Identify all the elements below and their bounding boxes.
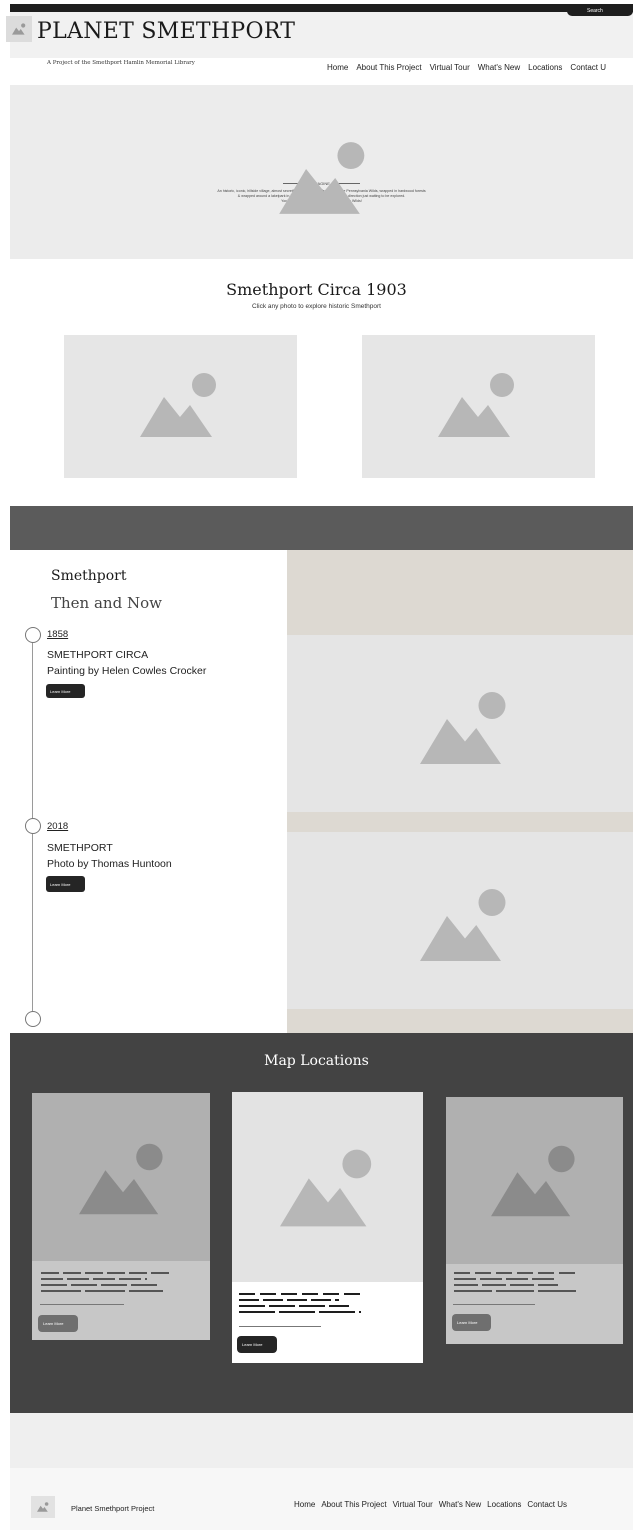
then-now-panel <box>10 550 287 1033</box>
text-placeholder <box>41 1278 147 1280</box>
text-placeholder <box>239 1311 361 1313</box>
text-placeholder <box>239 1299 339 1301</box>
timeline-marker <box>25 627 41 643</box>
nav-contact[interactable]: Contact U <box>570 63 606 72</box>
then-now-title: Smethport <box>51 568 127 584</box>
footer-nav-locations[interactable]: Locations <box>487 1500 521 1509</box>
section-subtitle: Click any photo to explore historic Smet… <box>252 303 381 310</box>
timeline-marker <box>25 818 41 834</box>
card-divider <box>453 1304 535 1305</box>
footer-nav-contact[interactable]: Contact Us <box>527 1500 567 1509</box>
text-placeholder <box>239 1305 349 1307</box>
map-section-title: Map Locations <box>264 1053 369 1069</box>
footer-nav-whats-new[interactable]: What's New <box>439 1500 481 1509</box>
nav-locations[interactable]: Locations <box>528 63 562 72</box>
text-placeholder <box>41 1290 163 1292</box>
location-card[interactable]: Learn More <box>32 1093 210 1340</box>
then-now-subtitle: Then and Now <box>51 594 162 612</box>
text-placeholder <box>454 1284 558 1286</box>
timeline-marker <box>25 1011 41 1027</box>
footer-site-name: Planet Smethport Project <box>71 1504 155 1513</box>
site-footer <box>10 1468 633 1530</box>
nav-virtual-tour[interactable]: Virtual Tour <box>430 63 470 72</box>
site-title[interactable]: PLANET SMETHPORT <box>37 19 295 44</box>
timeline-heading: SMETHPORT CIRCA <box>47 649 149 661</box>
hero-banner: IMAGINE An historic, iconic, hillside vi… <box>10 85 633 259</box>
learn-more-button[interactable]: Learn More <box>237 1336 277 1353</box>
location-card[interactable]: Learn More <box>232 1092 423 1363</box>
card-image <box>232 1092 423 1282</box>
learn-more-button[interactable]: Learn More <box>46 684 85 698</box>
learn-more-button[interactable]: Learn More <box>46 876 85 892</box>
image-placeholder-icon <box>407 683 523 773</box>
image-placeholder-icon <box>31 1496 55 1518</box>
nav-home[interactable]: Home <box>327 63 348 72</box>
image-placeholder-icon <box>407 880 523 970</box>
footer-nav-about[interactable]: About This Project <box>321 1500 386 1509</box>
text-placeholder <box>239 1293 365 1295</box>
image-placeholder-icon <box>68 1135 178 1223</box>
nav-whats-new[interactable]: What's New <box>478 63 520 72</box>
card-divider <box>40 1304 124 1305</box>
image-placeholder-icon <box>268 1140 388 1236</box>
site-tagline: A Project of the Smethport Hamlin Memori… <box>47 60 195 66</box>
footer-logo[interactable] <box>31 1496 55 1518</box>
card-divider <box>239 1326 321 1327</box>
search-input[interactable]: Search <box>567 6 633 16</box>
main-nav: Home About This Project Virtual Tour Wha… <box>327 63 606 72</box>
text-placeholder <box>41 1284 159 1286</box>
text-placeholder <box>41 1272 173 1274</box>
learn-more-button[interactable]: Learn More <box>452 1314 491 1331</box>
site-logo[interactable] <box>6 16 32 42</box>
then-now-photo[interactable] <box>287 635 633 812</box>
timeline-year: 1858 <box>47 629 69 640</box>
historic-photo[interactable] <box>64 335 297 478</box>
footer-nav: Home About This Project Virtual Tour Wha… <box>294 1500 567 1509</box>
text-placeholder <box>454 1272 580 1274</box>
divider-band <box>10 506 633 550</box>
nav-about[interactable]: About This Project <box>356 63 421 72</box>
footer-nav-virtual-tour[interactable]: Virtual Tour <box>393 1500 433 1509</box>
image-placeholder-icon <box>130 365 230 445</box>
section-title: Smethport Circa 1903 <box>226 280 407 299</box>
card-image <box>32 1093 210 1261</box>
timeline-caption: Photo by Thomas Huntoon <box>47 858 172 870</box>
then-now-photo[interactable] <box>287 832 633 1009</box>
learn-more-button[interactable]: Learn More <box>38 1315 78 1332</box>
timeline-caption: Painting by Helen Cowles Crocker <box>47 665 207 677</box>
timeline-year: 2018 <box>47 821 69 832</box>
image-placeholder-icon <box>428 365 528 445</box>
image-placeholder-icon <box>268 133 380 223</box>
card-image <box>446 1097 623 1264</box>
location-card[interactable]: Learn More <box>446 1097 623 1344</box>
pre-footer-band <box>10 1413 633 1468</box>
text-placeholder <box>454 1290 576 1292</box>
image-placeholder-icon <box>6 16 32 42</box>
top-bar <box>10 4 633 12</box>
timeline-heading: SMETHPORT <box>47 842 113 854</box>
image-placeholder-icon <box>480 1137 590 1225</box>
historic-photo[interactable] <box>362 335 595 478</box>
footer-nav-home[interactable]: Home <box>294 1500 315 1509</box>
text-placeholder <box>454 1278 554 1280</box>
